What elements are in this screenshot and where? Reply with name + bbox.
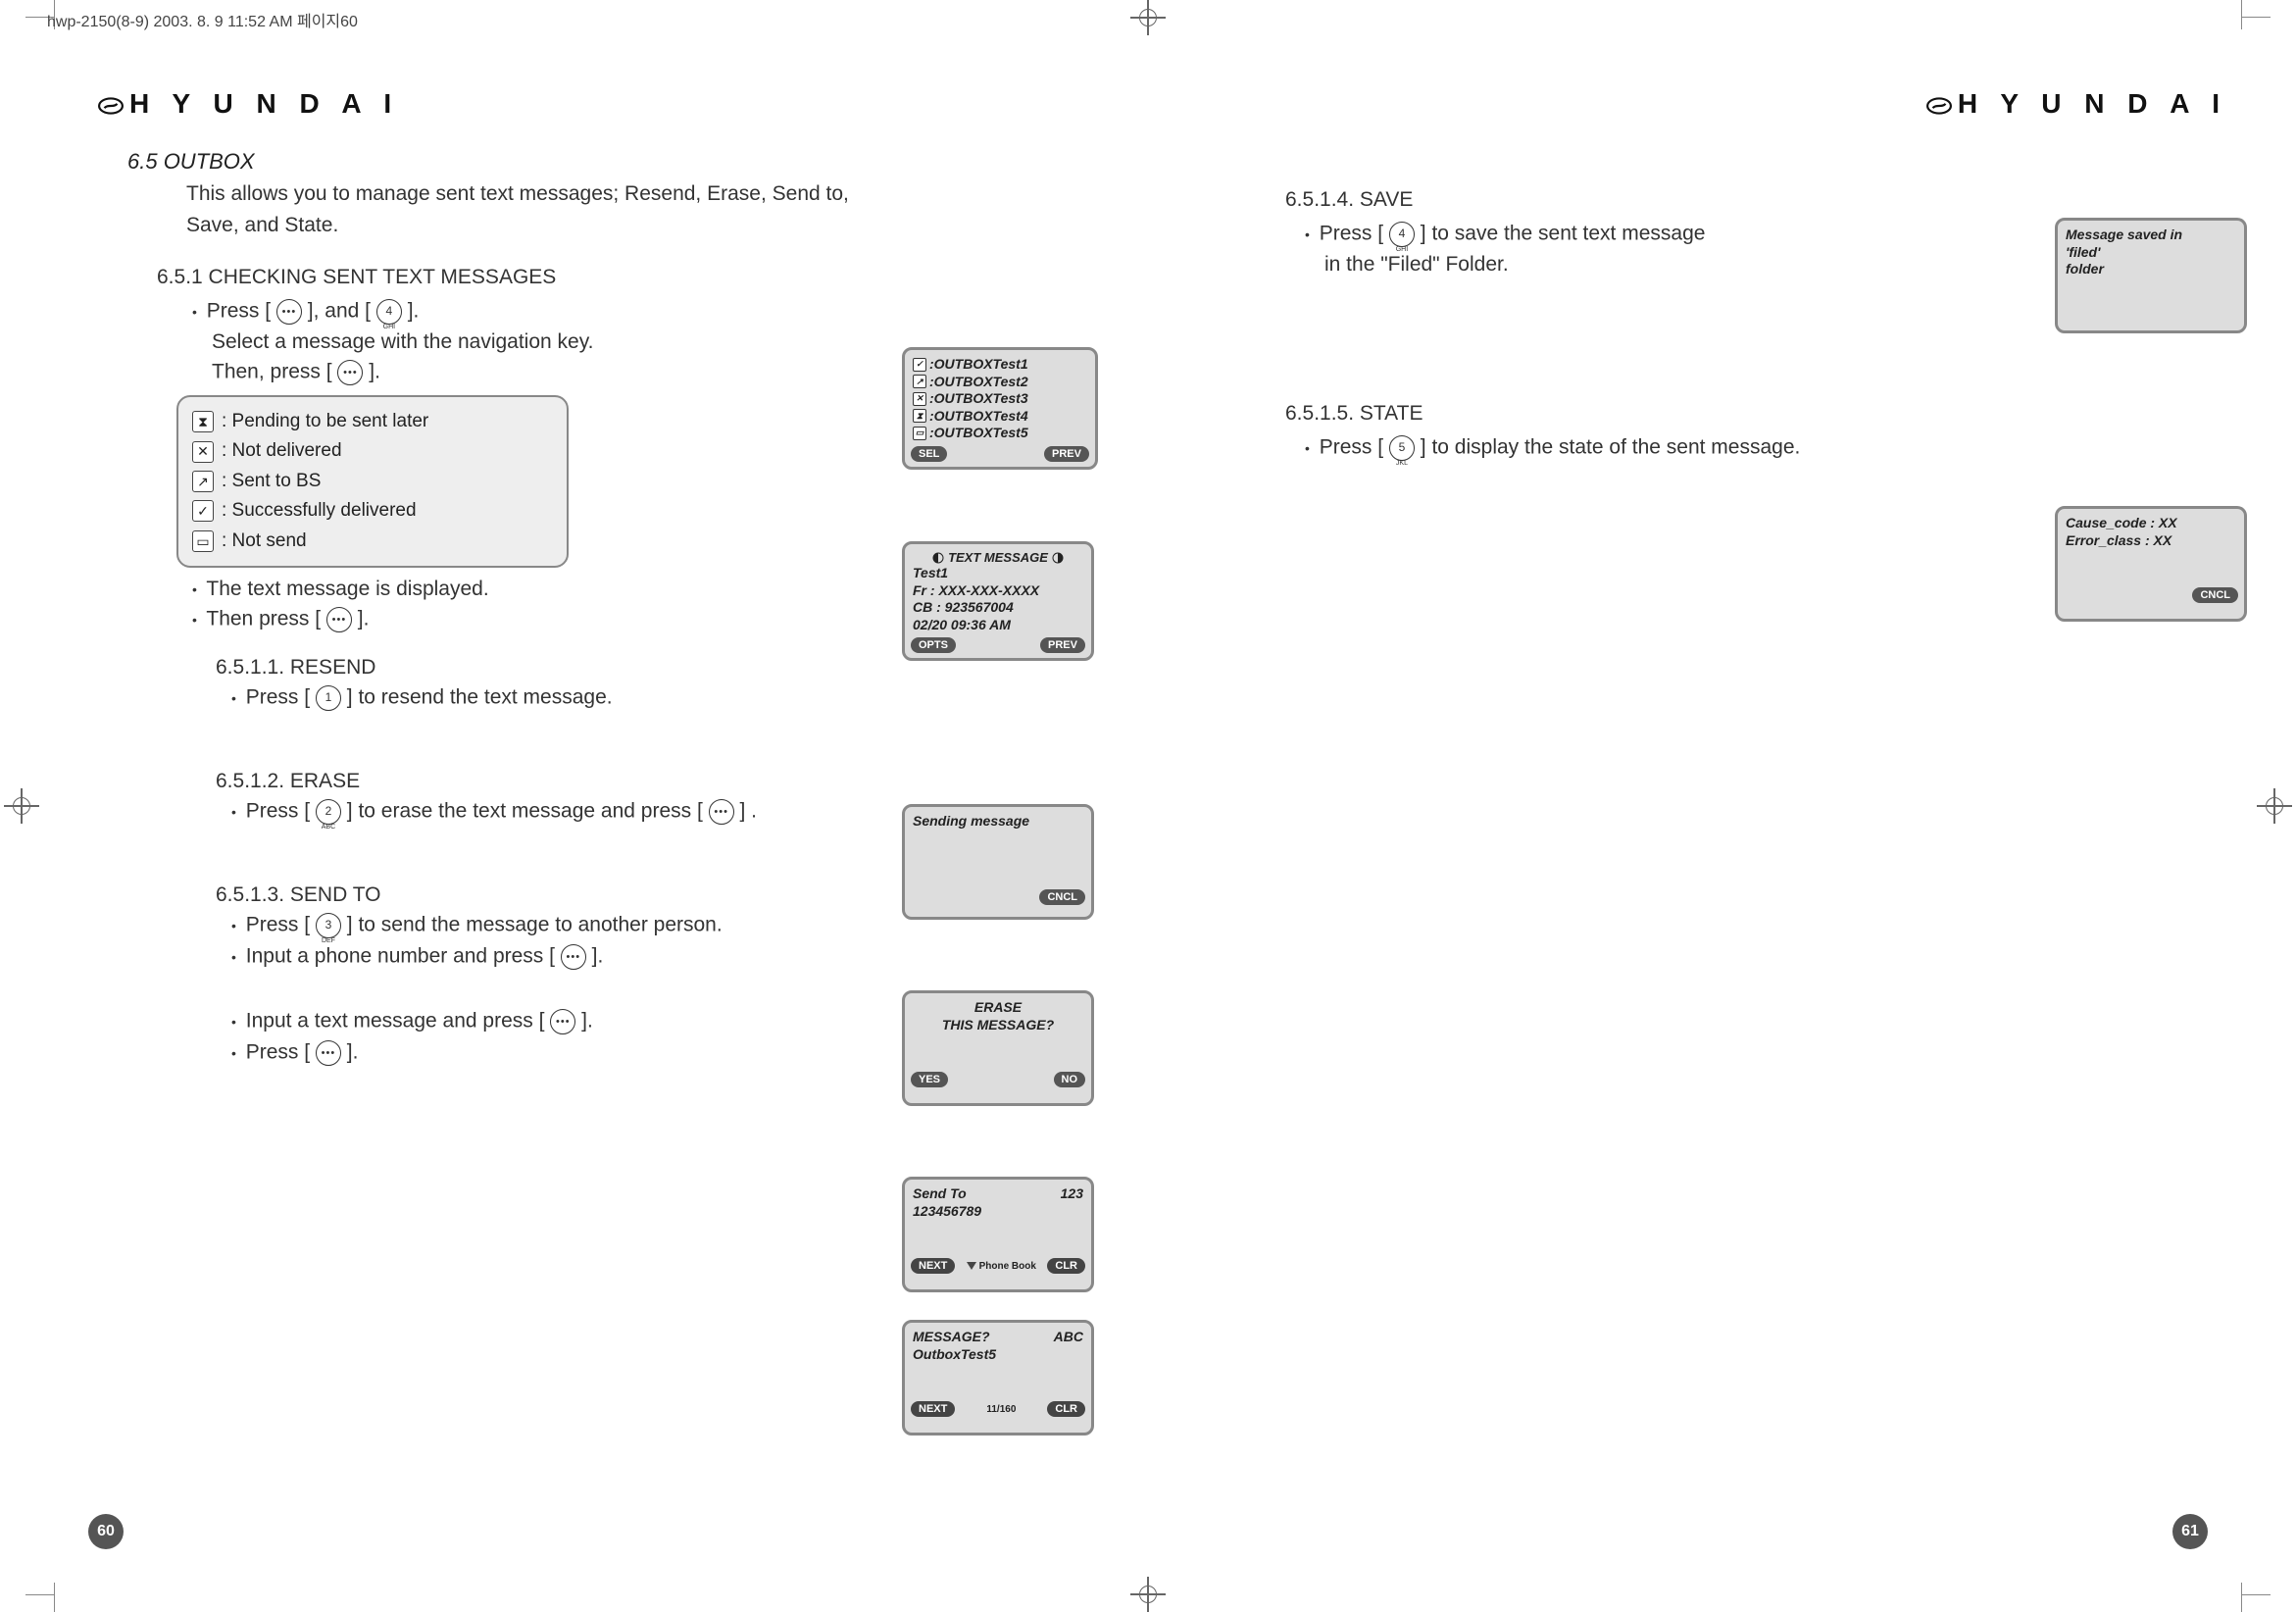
softkey-sel[interactable]: SEL — [911, 446, 947, 462]
brand-logo-left: H Y U N D A I — [98, 88, 1079, 120]
softkey-next[interactable]: NEXT — [911, 1401, 955, 1417]
not-delivered-icon: ✕ — [913, 392, 926, 406]
moon-right-icon — [1052, 552, 1064, 564]
pending-icon: ⧗ — [913, 409, 926, 423]
delivered-icon: ✓ — [913, 358, 926, 372]
heading-6-5-1-2: 6.5.1.2. ERASE — [216, 770, 1079, 793]
not-send-icon: ▭ — [192, 530, 214, 552]
menu-key-icon — [316, 1040, 341, 1066]
menu-key-icon — [561, 944, 586, 970]
delivered-icon: ✓ — [192, 500, 214, 522]
page-right: H Y U N D A I 6.5.1.4. SAVE • Press [ 4G… — [1148, 0, 2296, 1612]
key-2-icon: 2ABC — [316, 799, 341, 825]
key-1-icon: 1 — [316, 685, 341, 711]
sent-bs-icon: ↗ — [192, 471, 214, 492]
menu-key-icon — [276, 299, 302, 325]
softkey-next[interactable]: NEXT — [911, 1258, 955, 1274]
pending-icon: ⧗ — [192, 411, 214, 432]
brand-logo-right: H Y U N D A I — [1246, 88, 2227, 120]
key-5-icon: 5JKL — [1389, 435, 1415, 461]
section-6-5-title: 6.5 OUTBOX — [127, 149, 1079, 175]
screen-state-codes: Cause_code : XX Error_class : XX CNCL — [2055, 506, 2247, 622]
screen-saved-filed: Message saved in 'filed' folder — [2055, 218, 2247, 333]
key-4-icon: 4GHI — [376, 299, 402, 325]
key-4-icon: 4GHI — [1389, 222, 1415, 247]
page-number-61: 61 — [2172, 1514, 2208, 1549]
softkey-clr[interactable]: CLR — [1047, 1258, 1085, 1274]
softkey-opts[interactable]: OPTS — [911, 637, 956, 653]
step-press-menu-4: • Press [ ], and [ 4GHI ]. — [192, 299, 1079, 325]
screen-text-message-detail: TEXT MESSAGE Test1 Fr : XXX-XXX-XXXX CB … — [902, 541, 1094, 661]
softkey-yes[interactable]: YES — [911, 1072, 948, 1087]
key-3-icon: 3DEF — [316, 913, 341, 938]
step-state: • Press [ 5JKL ] to display the state of… — [1305, 435, 2227, 461]
status-legend-box: ⧗: Pending to be sent later ✕: Not deliv… — [176, 395, 569, 568]
softkey-no[interactable]: NO — [1054, 1072, 1086, 1087]
screen-message-compose: MESSAGE?ABC OutboxTest5 NEXT 11/160 CLR — [902, 1320, 1094, 1436]
softkey-cncl[interactable]: CNCL — [2192, 587, 2238, 603]
menu-key-icon — [550, 1009, 575, 1034]
screen-outbox-list: ✓:OUTBOXTest1 ↗:OUTBOXTest2 ✕:OUTBOXTest… — [902, 347, 1098, 470]
moon-left-icon — [932, 552, 944, 564]
heading-6-5-1-5: 6.5.1.5. STATE — [1285, 402, 2227, 426]
softkey-prev[interactable]: PREV — [1040, 637, 1085, 653]
softkey-prev[interactable]: PREV — [1044, 446, 1089, 462]
not-send-icon: ▭ — [913, 427, 926, 440]
step-send-to-2: • Input a phone number and press [ ]. — [231, 944, 1079, 970]
screen-erase-confirm: ERASE THIS MESSAGE? YES NO — [902, 990, 1094, 1106]
brand-icon — [98, 93, 124, 119]
menu-key-icon — [709, 799, 734, 825]
sent-bs-icon: ↗ — [913, 375, 926, 388]
menu-key-icon — [337, 360, 363, 385]
heading-6-5-1-4: 6.5.1.4. SAVE — [1285, 188, 2227, 212]
heading-6-5-1: 6.5.1 CHECKING SENT TEXT MESSAGES — [157, 266, 1079, 289]
menu-key-icon — [326, 607, 352, 632]
step-resend: • Press [ 1 ] to resend the text message… — [231, 685, 1079, 711]
section-6-5-desc: This allows you to manage sent text mess… — [186, 178, 892, 240]
screen-send-to: Send To123 123456789 NEXT Phone Book CLR — [902, 1177, 1094, 1292]
softkey-clr[interactable]: CLR — [1047, 1401, 1085, 1417]
brand-icon — [1926, 93, 1952, 119]
page-number-60: 60 — [88, 1514, 124, 1549]
char-counter: 11/160 — [986, 1404, 1016, 1415]
softkey-cncl[interactable]: CNCL — [1039, 889, 1085, 905]
not-delivered-icon: ✕ — [192, 441, 214, 463]
phone-book-label: Phone Book — [967, 1261, 1036, 1272]
screen-sending: Sending message CNCL — [902, 804, 1094, 920]
down-arrow-icon — [967, 1262, 976, 1270]
page-left: H Y U N D A I 6.5 OUTBOX This allows you… — [0, 0, 1148, 1612]
